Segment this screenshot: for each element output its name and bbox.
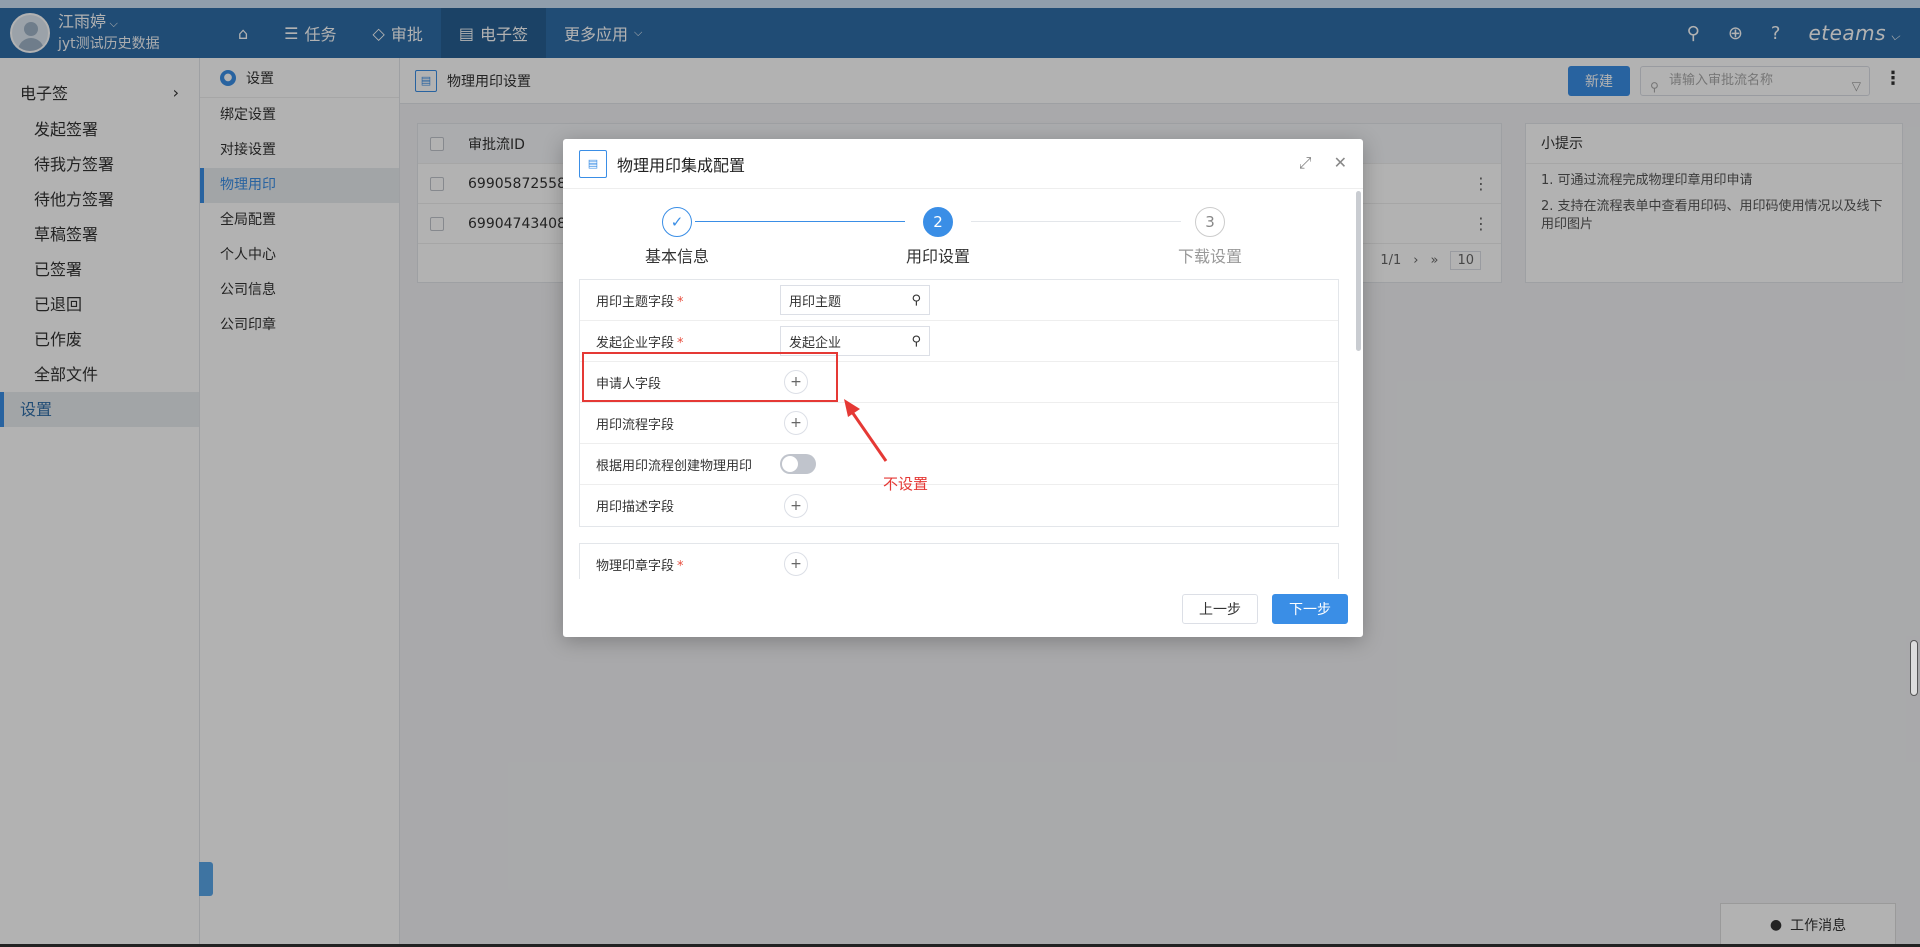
required-mark: * xyxy=(677,294,684,310)
form-row: 用印描述字段 + xyxy=(580,485,1338,526)
scroll-indicator[interactable] xyxy=(1910,640,1918,696)
field-value: 用印主题 xyxy=(789,294,842,310)
step-number: 3 xyxy=(1195,207,1225,237)
modal-footer: 上一步 下一步 xyxy=(563,581,1363,637)
settings-form: 用印主题字段 * 用印主题 ⚲ 发起企业字段 * 发起企业 ⚲ 申请人字段 + 用印流程… xyxy=(579,279,1339,579)
field-label: 物理印章字段 xyxy=(596,558,675,574)
highlight-box xyxy=(582,352,838,402)
annotation-label: 不设置 xyxy=(883,475,929,493)
form-row: 用印主题字段 * 用印主题 ⚲ xyxy=(580,280,1338,321)
search-icon: ⚲ xyxy=(911,333,921,349)
step-label: 下载设置 xyxy=(1177,247,1242,266)
form-row: 用印流程字段 + xyxy=(580,403,1338,444)
step-seal-settings: 2 用印设置 xyxy=(878,207,998,267)
close-icon[interactable]: ✕ xyxy=(1334,153,1347,173)
add-process-field-button[interactable]: + xyxy=(784,411,808,435)
next-step-button[interactable]: 下一步 xyxy=(1272,594,1348,624)
form-row: 物理印章字段 * + xyxy=(580,544,1338,579)
field-label: 根据用印流程创建物理用印 xyxy=(596,458,753,474)
step-check-icon: ✓ xyxy=(662,207,692,237)
add-seal-field-button[interactable]: + xyxy=(784,552,808,576)
annotation-arrow-icon xyxy=(844,399,888,462)
add-description-field-button[interactable]: + xyxy=(784,493,808,518)
field-group: 物理印章字段 * + xyxy=(579,543,1339,579)
step-label: 基本信息 xyxy=(644,247,709,266)
search-icon: ⚲ xyxy=(911,292,921,308)
modal-title: 物理用印集成配置 xyxy=(617,155,746,175)
step-basic-info: ✓ 基本信息 xyxy=(617,207,737,267)
stepper: ✓ 基本信息 2 用印设置 3 下载设置 xyxy=(563,189,1363,269)
previous-step-button[interactable]: 上一步 xyxy=(1182,594,1258,624)
field-label: 用印描述字段 xyxy=(596,500,675,515)
step-number: 2 xyxy=(923,207,953,237)
required-mark: * xyxy=(677,335,684,351)
required-mark: * xyxy=(677,558,684,574)
modal-scrollbar[interactable] xyxy=(1356,191,1361,351)
create-from-process-toggle[interactable] xyxy=(780,454,816,474)
step-download-settings: 3 下载设置 xyxy=(1150,207,1270,267)
field-value: 发起企业 xyxy=(789,335,842,351)
document-icon: ▤ xyxy=(579,149,607,178)
field-label: 用印主题字段 xyxy=(596,294,675,310)
field-group: 用印主题字段 * 用印主题 ⚲ 发起企业字段 * 发起企业 ⚲ 申请人字段 + 用印流程… xyxy=(579,279,1339,527)
field-label: 用印流程字段 xyxy=(596,417,675,433)
form-row: 根据用印流程创建物理用印 xyxy=(580,444,1338,485)
subject-field-select[interactable]: 用印主题 ⚲ xyxy=(780,285,930,315)
field-label: 发起企业字段 xyxy=(596,335,675,351)
step-label: 用印设置 xyxy=(905,247,970,266)
expand-icon[interactable]: ⤢ xyxy=(1299,153,1312,173)
modal-header: ▤ 物理用印集成配置 ⤢ ✕ xyxy=(563,139,1363,189)
